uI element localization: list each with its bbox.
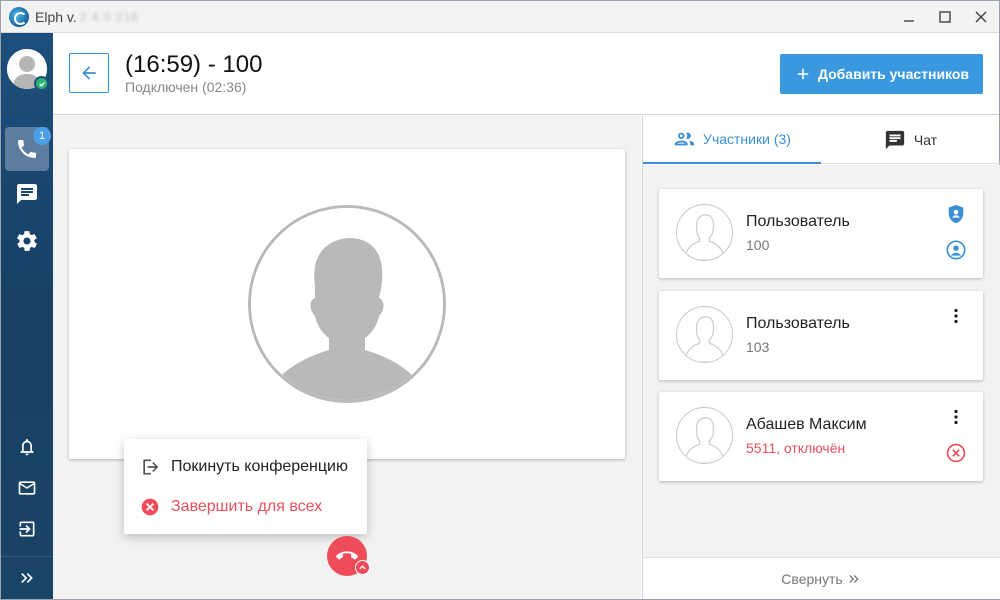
tab-chat[interactable]: Чат [821,116,1000,164]
end-for-all-item[interactable]: Завершить для всех [140,495,322,519]
plus-icon [797,68,809,80]
calls-badge: 1 [33,127,51,145]
participant-number: 103 [746,339,770,355]
hangup-options-button[interactable] [355,560,370,575]
moderator-shield-icon [945,203,967,225]
tab-chat-label: Чат [913,132,938,148]
participant-number: 100 [746,237,770,253]
add-participants-button[interactable]: Добавить участников [780,54,983,94]
chat-icon [17,184,37,204]
logout-icon [143,459,159,475]
close-icon [975,11,987,23]
people-icon [674,132,695,146]
mail-icon [18,481,36,495]
sidebar-item-logout[interactable] [5,507,49,551]
end-call-menu: Покинуть конференцию Завершить для всех [124,439,367,534]
presence-online-icon [34,76,49,91]
maximize-icon [939,11,951,23]
minimize-icon [904,20,914,22]
participants-panel: Участники (3) Чат Пользователь 100 Польз… [642,116,1000,599]
person-outline-icon [683,417,726,463]
participant-name: Пользователь [746,315,850,332]
participant-video-avatar [248,205,446,403]
sidebar-item-calls[interactable]: 1 [5,127,51,171]
tab-participants-label: Участники (3) [703,131,791,147]
call-header: (16:59) - 100 Подключен (02:36) Добавить… [53,33,999,115]
person-silhouette-icon [251,208,443,400]
sidebar-rail: 1 [1,33,53,599]
window-controls [891,1,999,32]
sidebar-item-chats[interactable] [5,172,49,216]
panel-tabs: Участники (3) Чат [643,116,1000,164]
participant-avatar [676,204,733,261]
participant-avatar [676,306,733,363]
participant-avatar [676,407,733,464]
double-chevron-right-icon [21,573,33,583]
app-title: Elph v. [35,8,77,25]
app-version: 2.4.0.216 [79,9,139,24]
sidebar-item-settings[interactable] [5,219,49,263]
chat-icon [885,130,905,150]
sidebar-expand-button[interactable] [5,556,49,600]
account-circle-icon[interactable] [945,239,967,261]
sidebar-item-mail[interactable] [5,466,49,510]
add-participants-label: Добавить участников [817,66,970,82]
close-circle-icon[interactable] [945,442,967,464]
maximize-button[interactable] [927,1,963,33]
tab-participants[interactable]: Участники (3) [643,116,821,164]
call-title: (16:59) - 100 [125,51,263,78]
participant-card[interactable]: Пользователь 103 [659,291,983,380]
double-chevron-right-icon [849,574,859,583]
sidebar-item-notifications[interactable] [5,425,49,469]
participant-name: Пользователь [746,213,850,230]
logout-icon [19,521,35,537]
participant-number: 5511, отключён [746,440,846,456]
leave-conference-label: Покинуть конференцию [171,458,348,475]
close-button[interactable] [963,1,999,33]
person-outline-icon [683,316,726,362]
conference-area: Покинуть конференцию Завершить для всех [53,116,641,599]
title-bar: Elph v. 2.4.0.216 [1,1,999,33]
person-outline-icon [683,214,726,260]
minimize-button[interactable] [891,1,927,33]
participant-card[interactable]: Абашев Максим 5511, отключён [659,392,983,481]
more-vert-icon[interactable] [945,406,967,428]
collapse-label: Свернуть [781,570,843,587]
video-tile [69,149,625,459]
participant-name: Абашев Максим [746,416,867,433]
end-for-all-label: Завершить для всех [171,498,323,515]
call-status: Подключен (02:36) [125,79,247,95]
leave-conference-item[interactable]: Покинуть конференцию [140,455,348,479]
close-circle-icon [141,498,159,516]
back-button[interactable] [69,53,109,93]
collapse-button[interactable]: Свернуть [643,557,1000,599]
app-window: Elph v. 2.4.0.216 1 (16:59) - 100 Подклю… [0,0,1000,600]
participants-list: Пользователь 100 Пользователь 103 Абашев… [643,165,1000,557]
more-vert-icon[interactable] [945,305,967,327]
bell-icon [20,439,34,456]
arrow-left-icon [82,66,96,80]
chevron-up-icon [359,565,366,570]
gear-icon [17,231,37,251]
app-logo-icon [9,6,29,27]
participant-card[interactable]: Пользователь 100 [659,189,983,278]
